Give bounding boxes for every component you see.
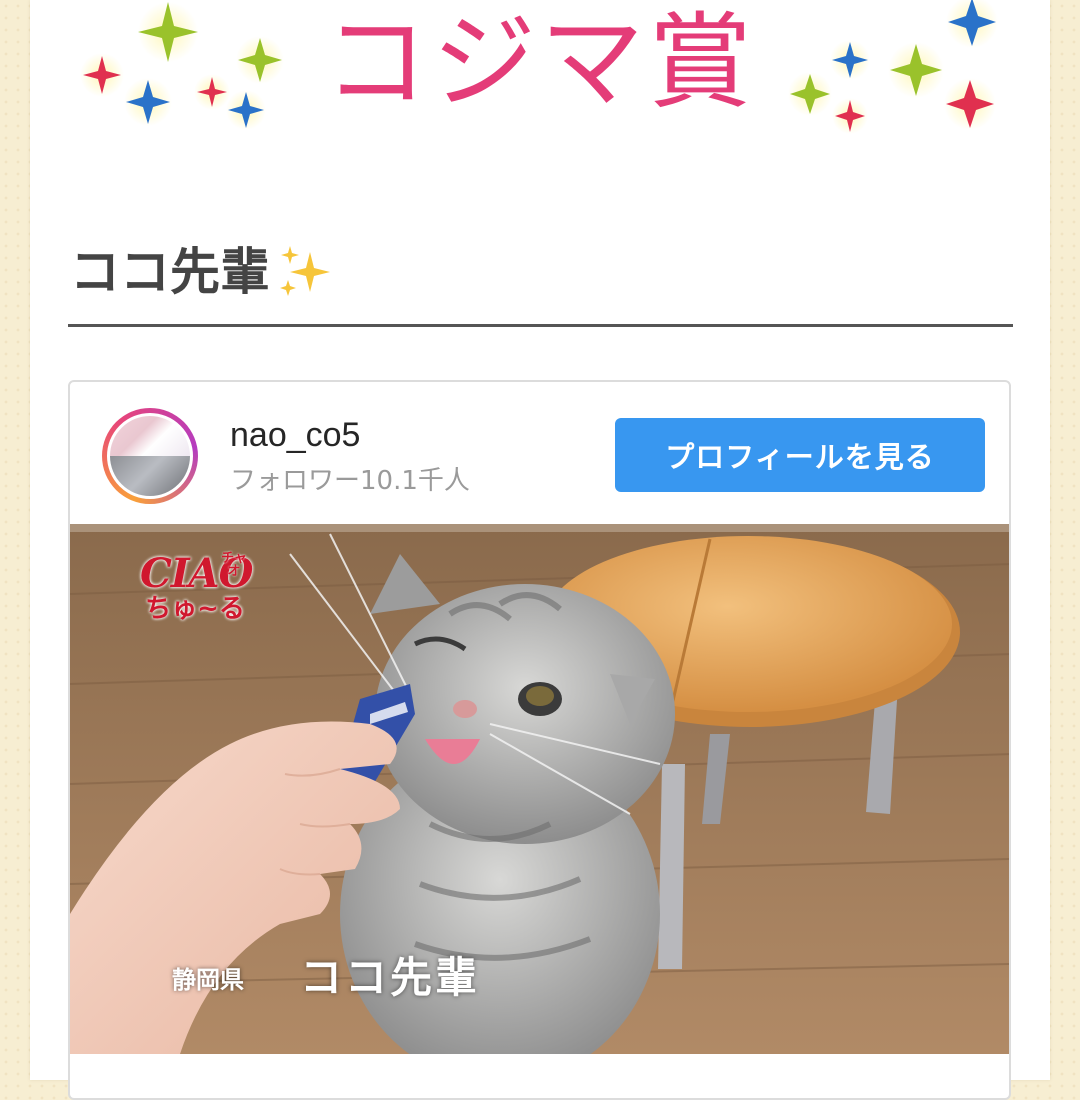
ciao-logo: CIAO チャオ ちゅ~る xyxy=(140,551,253,624)
caption-cat-name: ココ先輩 xyxy=(300,953,481,1002)
avatar-cat-gray xyxy=(110,456,190,496)
post-photo[interactable]: CIAO チャオ ちゅ~る 静岡県 ココ先輩 xyxy=(70,524,1009,1054)
avatar-image xyxy=(107,413,193,499)
logo-product: ちゅ~る xyxy=(145,594,245,624)
caption-prefecture: 静岡県 xyxy=(172,966,244,994)
section-heading: ココ先輩 xyxy=(70,242,336,302)
follower-count: フォロワー10.1千人 xyxy=(230,466,470,496)
sparkles-right-decoration xyxy=(788,0,998,134)
sparkles-icon xyxy=(280,246,330,296)
section-divider xyxy=(68,324,1013,327)
instagram-embed-card: nao_co5 フォロワー10.1千人 プロフィールを見る CIAO チャオ ち… xyxy=(68,380,1011,1100)
avatar-cat-white xyxy=(110,416,190,456)
profile-username[interactable]: nao_co5 xyxy=(230,416,360,455)
view-profile-button[interactable]: プロフィールを見る xyxy=(615,418,985,492)
section-heading-text: ココ先輩 xyxy=(70,242,270,301)
profile-avatar[interactable] xyxy=(102,408,198,504)
logo-brand-kana: チャオ xyxy=(221,551,247,579)
